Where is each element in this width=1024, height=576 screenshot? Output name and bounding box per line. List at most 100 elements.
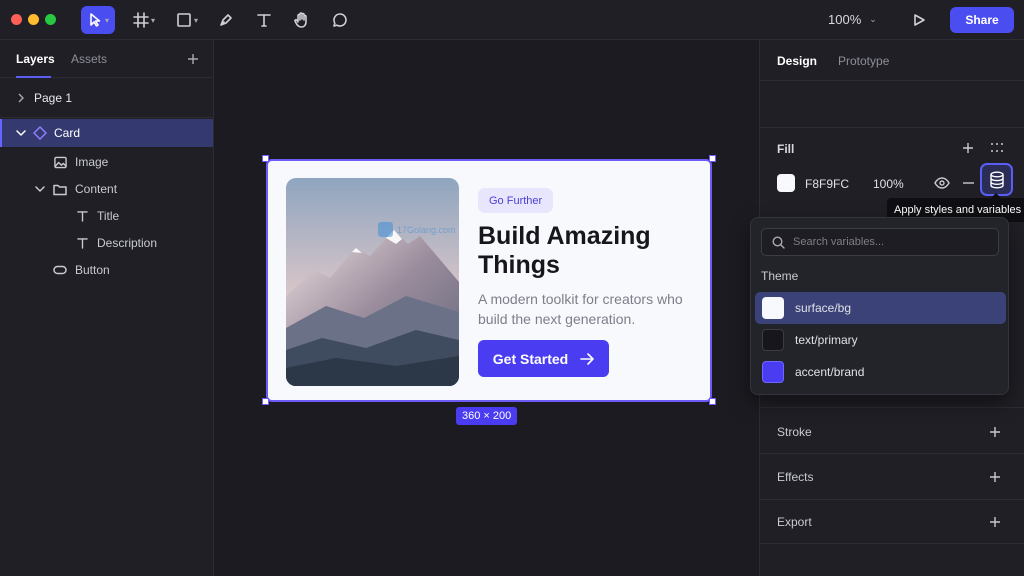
text-icon <box>77 211 88 222</box>
chevron-down-icon: ▾ <box>150 15 155 25</box>
effects-section-title: Effects <box>777 470 814 484</box>
tab-prototype[interactable]: Prototype <box>838 54 889 68</box>
mountain-image <box>286 178 459 386</box>
component-icon <box>33 126 47 140</box>
search-variables-input[interactable] <box>793 236 983 248</box>
close-window-button[interactable] <box>11 14 22 25</box>
add-effect-icon[interactable] <box>989 471 1001 483</box>
watermark-text: 17Golang.com <box>397 224 456 235</box>
hand-icon <box>294 12 307 28</box>
layers-panel: Layers Assets Page 1 Card Image Content … <box>0 40 214 576</box>
search-icon <box>772 235 785 249</box>
text-icon <box>257 14 271 27</box>
apply-variables-button[interactable] <box>980 163 1013 196</box>
layer-label: Card <box>54 126 81 140</box>
button-label: Get Started <box>492 350 569 367</box>
align-right-icon[interactable] <box>845 94 859 108</box>
hand-tool-button[interactable] <box>290 6 314 34</box>
zoom-level: 100% <box>828 12 862 27</box>
resize-handle-bottom-right[interactable] <box>709 398 716 405</box>
play-icon <box>914 14 925 26</box>
comment-tool-button[interactable] <box>328 6 352 34</box>
add-fill-icon[interactable] <box>962 142 974 154</box>
minimize-window-button[interactable] <box>28 14 39 25</box>
variables-popover: Theme surface/bg text/primary accent/bra… <box>750 217 1009 395</box>
variable-name: accent/brand <box>795 365 865 379</box>
divider <box>760 407 1024 408</box>
layer-label: Title <box>97 209 120 223</box>
frame-icon <box>133 12 149 28</box>
variable-group-label: Theme <box>761 269 799 283</box>
tab-design[interactable]: Design <box>777 54 817 68</box>
layer-card[interactable]: Card <box>0 119 213 147</box>
frame-dimensions: 360 × 200 <box>456 407 518 425</box>
resize-handle-bottom-left[interactable] <box>262 398 269 405</box>
resize-handle-top-right[interactable] <box>709 155 716 162</box>
zoom-dropdown[interactable]: 100% ⌄ <box>828 12 877 27</box>
variable-item-accent-brand[interactable]: accent/brand <box>755 356 1006 388</box>
variables-search[interactable] <box>761 228 999 256</box>
chevron-right-icon <box>18 93 24 102</box>
text-tool-button[interactable] <box>252 6 276 34</box>
variable-swatch <box>762 297 784 319</box>
top-toolbar: ▾ ▾ ▾ 100% ⌄ Share <box>0 0 1024 40</box>
chevron-down-icon: ⌄ <box>869 14 877 24</box>
share-button[interactable]: Share <box>950 7 1014 33</box>
layer-button[interactable]: Button <box>0 256 213 284</box>
export-section-title: Export <box>777 515 812 529</box>
align-top-icon[interactable] <box>881 94 895 108</box>
layer-description[interactable]: Description <box>0 229 213 257</box>
card-frame[interactable]: Go Further Build Amazing Things A modern… <box>266 159 712 402</box>
layer-image[interactable]: Image <box>0 148 213 176</box>
add-export-icon[interactable] <box>989 516 1001 528</box>
divider <box>760 543 1024 544</box>
move-tool-button[interactable]: ▾ <box>81 6 115 34</box>
present-button[interactable] <box>908 6 930 34</box>
variable-swatch <box>762 361 784 383</box>
layer-content[interactable]: Content <box>0 175 213 203</box>
resize-handle-top-left[interactable] <box>262 155 269 162</box>
shape-tool-button[interactable]: ▾ <box>170 6 204 34</box>
variable-swatch <box>762 329 784 351</box>
fill-hex-value[interactable]: F8F9FC <box>805 177 849 191</box>
remove-fill-icon[interactable] <box>963 182 974 184</box>
align-center-horizontal-icon[interactable] <box>811 94 825 108</box>
eye-icon[interactable] <box>934 177 950 189</box>
divider <box>760 80 1024 81</box>
pen-icon <box>220 14 232 26</box>
add-stroke-icon[interactable] <box>989 426 1001 438</box>
variable-name: text/primary <box>795 333 858 347</box>
card-title: Build Amazing Things <box>478 222 651 279</box>
get-started-button[interactable]: Get Started <box>478 340 609 377</box>
left-panel-tabs: Layers Assets <box>0 40 214 78</box>
text-icon <box>77 238 88 249</box>
align-bottom-icon[interactable] <box>950 94 964 108</box>
stroke-section-title: Stroke <box>777 425 812 439</box>
tab-assets[interactable]: Assets <box>71 52 107 66</box>
frame-tool-button[interactable]: ▾ <box>128 6 160 34</box>
comment-icon <box>333 13 347 27</box>
layer-label: Image <box>75 155 109 169</box>
add-page-icon[interactable] <box>187 53 199 65</box>
styles-grid-icon[interactable] <box>990 142 1004 154</box>
align-left-icon[interactable] <box>777 94 791 108</box>
watermark: 17Golang.com <box>378 222 456 237</box>
align-center-vertical-icon[interactable] <box>915 94 929 108</box>
maximize-window-button[interactable] <box>45 14 56 25</box>
watermark-logo-icon <box>378 222 393 237</box>
button-icon <box>53 265 67 275</box>
variable-item-surface-bg[interactable]: surface/bg <box>755 292 1006 324</box>
chevron-down-icon: ▾ <box>104 15 109 25</box>
tab-layers[interactable]: Layers <box>16 52 55 66</box>
page-name: Page 1 <box>34 90 73 105</box>
chevron-down-icon: ▾ <box>193 15 198 25</box>
fill-opacity-value[interactable]: 100% <box>873 177 904 191</box>
folder-icon <box>53 184 67 195</box>
layer-label: Button <box>75 263 110 277</box>
page-selector[interactable]: Page 1 <box>0 78 214 118</box>
fill-color-swatch[interactable] <box>777 174 795 192</box>
layer-title[interactable]: Title <box>0 202 213 230</box>
variable-item-text-primary[interactable]: text/primary <box>755 324 1006 356</box>
pen-tool-button[interactable] <box>214 6 238 34</box>
fill-section-title: Fill <box>777 142 795 156</box>
